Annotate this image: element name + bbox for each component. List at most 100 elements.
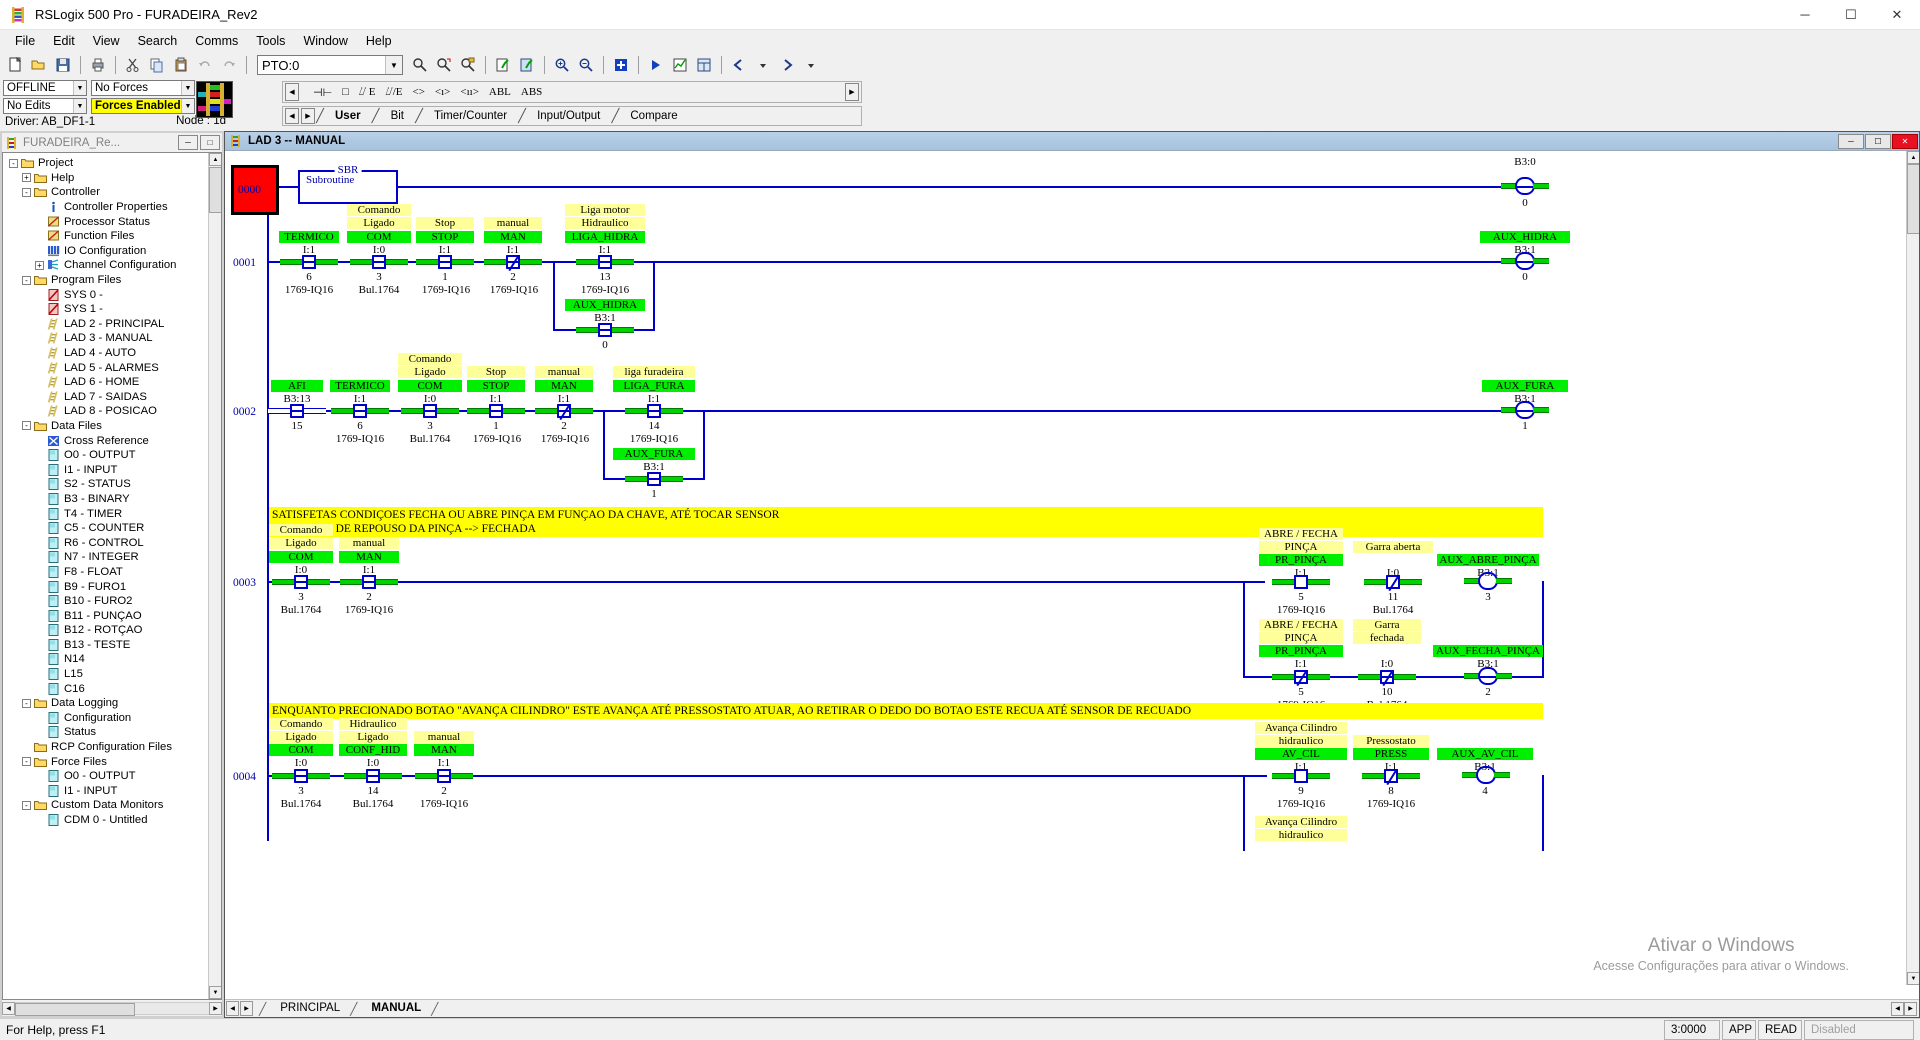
tree-item-n7-integer[interactable]: N7 - INTEGER xyxy=(5,550,221,565)
tree-item-lad-7-saidas[interactable]: LAD 7 - SAIDAS xyxy=(5,390,221,405)
tree-item-status[interactable]: Status xyxy=(5,725,221,740)
tree-item-data-files[interactable]: - Data Files xyxy=(5,419,221,434)
tree-item-project[interactable]: - Project xyxy=(5,156,221,171)
abl-instruction[interactable]: ABL xyxy=(489,86,511,98)
r1-com-contact[interactable] xyxy=(350,255,408,269)
rung-number-0001[interactable]: 0001 xyxy=(233,257,256,269)
tree-item-function-files[interactable]: Function Files xyxy=(5,229,221,244)
tab-bit[interactable]: Bit xyxy=(381,110,414,122)
search-icon[interactable] xyxy=(409,54,431,76)
tree-item-c16[interactable]: C16 xyxy=(5,681,221,696)
tabs-prev-button[interactable]: ◀ xyxy=(285,108,299,124)
tree-item-sys-1[interactable]: SYS 1 - xyxy=(5,302,221,317)
r4-conf-hid-contact[interactable] xyxy=(344,769,402,783)
r4-com-contact[interactable] xyxy=(272,769,330,783)
chevron-down-icon[interactable]: ▼ xyxy=(181,81,194,95)
tree-item-cross-reference[interactable]: Cross Reference xyxy=(5,433,221,448)
ladder-canvas[interactable]: 0000 SBR Subroutine B3:0 0 0001 TERMICO … xyxy=(225,151,1919,999)
collapse-icon[interactable]: - xyxy=(22,187,31,197)
verify-file-icon[interactable] xyxy=(492,54,514,76)
ladder-scroll-down-button[interactable]: ▼ xyxy=(1907,972,1919,985)
tree-item-lad-8-posicao[interactable]: LAD 8 - POSICAO xyxy=(5,404,221,419)
r1-man-contact-xio[interactable] xyxy=(484,255,542,269)
sheet-prev-button[interactable]: ◀ xyxy=(226,1001,239,1016)
tree-scroll-thumb[interactable] xyxy=(209,167,221,213)
tree-item-i1-input[interactable]: I1 - INPUT xyxy=(5,784,221,799)
insert-rung-icon[interactable] xyxy=(610,54,632,76)
tree-item-processor-status[interactable]: Processor Status xyxy=(5,214,221,229)
tree-horizontal-scrollbar[interactable]: ◀ ▶ xyxy=(2,1000,222,1016)
menu-item-comms[interactable]: Comms xyxy=(186,31,247,51)
r3-garra-aberta-contact[interactable] xyxy=(1364,575,1422,589)
ladder-vertical-scrollbar[interactable]: ▲ ▼ xyxy=(1906,151,1919,985)
branch-box-icon[interactable]: □ xyxy=(342,86,349,98)
open-file-icon[interactable] xyxy=(28,54,50,76)
menu-item-window[interactable]: Window xyxy=(294,31,356,51)
ladder-scroll-up-button[interactable]: ▲ xyxy=(1907,151,1919,164)
tree-item-program-files[interactable]: - Program Files xyxy=(5,273,221,288)
tree-item-lad-4-auto[interactable]: LAD 4 - AUTO xyxy=(5,346,221,361)
r3-pr-pinca-contact-1[interactable] xyxy=(1272,575,1330,589)
save-icon[interactable] xyxy=(52,54,74,76)
print-icon[interactable] xyxy=(87,54,109,76)
tree-item-sys-0[interactable]: SYS 0 - xyxy=(5,287,221,302)
menu-item-help[interactable]: Help xyxy=(357,31,401,51)
trend-icon[interactable] xyxy=(669,54,691,76)
custom-monitor-icon[interactable] xyxy=(693,54,715,76)
forces-enabled-dropdown[interactable]: Forces Enabled ▼ xyxy=(91,98,195,114)
tab-compare[interactable]: Compare xyxy=(620,110,687,122)
maximize-button[interactable]: ☐ xyxy=(1828,0,1874,30)
close-button[interactable]: ✕ xyxy=(1874,0,1920,30)
chevron-down-icon[interactable]: ▼ xyxy=(73,99,86,113)
tabs-next-button[interactable]: ▶ xyxy=(301,108,315,124)
menu-item-search[interactable]: Search xyxy=(129,31,187,51)
sheet-hscroll-right[interactable]: ▶ xyxy=(1904,1001,1917,1016)
paste-icon[interactable] xyxy=(170,54,192,76)
branch-icon[interactable]: ⊣⊢ xyxy=(313,86,332,99)
zoom-out-icon[interactable] xyxy=(575,54,597,76)
instruction-scroll-left-button[interactable]: ◀ xyxy=(285,83,299,101)
zoom-in-icon[interactable] xyxy=(551,54,573,76)
sheet-tab-principal[interactable]: PRINCIPAL xyxy=(266,1000,350,1017)
rung-number-0003[interactable]: 0003 xyxy=(233,577,256,589)
instruction-scroll-right-button[interactable]: ▶ xyxy=(845,83,859,101)
tree-item-cdm-0-untitled[interactable]: CDM 0 - Untitled xyxy=(5,813,221,828)
tab-timer-counter[interactable]: Timer/Counter xyxy=(424,110,517,122)
tree-item-b3-binary[interactable]: B3 - BINARY xyxy=(5,492,221,507)
r3-com-contact[interactable] xyxy=(272,575,330,589)
r1-output-coil[interactable] xyxy=(1501,252,1549,270)
tree-item-rcp-configuration-files[interactable]: RCP Configuration Files xyxy=(5,740,221,755)
abs-instruction[interactable]: ABS xyxy=(521,86,542,98)
tree-item-b12-rot-ao[interactable]: B12 - ROTÇAO xyxy=(5,623,221,638)
tree-item-custom-data-monitors[interactable]: - Custom Data Monitors xyxy=(5,798,221,813)
chevron-down-icon[interactable]: ▼ xyxy=(385,56,402,74)
r2-com-contact[interactable] xyxy=(401,404,459,418)
chevron-down-icon[interactable]: ▼ xyxy=(181,99,194,113)
tab-user[interactable]: User xyxy=(325,110,371,122)
tree-item-c5-counter[interactable]: C5 - COUNTER xyxy=(5,521,221,536)
menu-item-edit[interactable]: Edit xyxy=(44,31,84,51)
minimize-button[interactable]: ─ xyxy=(1782,0,1828,30)
xic-icon[interactable]: ⌰ E xyxy=(359,86,376,99)
forward-dropdown-icon[interactable] xyxy=(800,54,822,76)
sheet-hscroll-left[interactable]: ◀ xyxy=(1891,1001,1904,1016)
r2-termico-contact[interactable] xyxy=(331,404,389,418)
tree-item-i1-input[interactable]: I1 - INPUT xyxy=(5,462,221,477)
r4-press-contact[interactable] xyxy=(1362,769,1420,783)
edits-dropdown[interactable]: No Edits ▼ xyxy=(3,98,87,114)
r2-aux-fura-contact[interactable] xyxy=(625,472,683,486)
tree-item-configuration[interactable]: Configuration xyxy=(5,711,221,726)
tree-scroll-up-button[interactable]: ▲ xyxy=(209,153,221,166)
tree-item-b10-furo2[interactable]: B10 - FURO2 xyxy=(5,594,221,609)
ladder-close-button[interactable]: ✕ xyxy=(1892,133,1918,149)
run-icon[interactable] xyxy=(645,54,667,76)
r4-av-cil-contact[interactable] xyxy=(1272,769,1330,783)
tree-item-s2-status[interactable]: S2 - STATUS xyxy=(5,477,221,492)
tree-item-channel-configuration[interactable]: + Channel Configuration xyxy=(5,258,221,273)
tree-hscroll-left-button[interactable]: ◀ xyxy=(2,1001,15,1015)
xio-icon[interactable]: ⌰/E xyxy=(386,86,403,99)
tree-item-o0-output[interactable]: O0 - OUTPUT xyxy=(5,448,221,463)
r2-man-contact-xio[interactable] xyxy=(535,404,593,418)
tree-item-data-logging[interactable]: - Data Logging xyxy=(5,696,221,711)
tree-item-force-files[interactable]: - Force Files xyxy=(5,754,221,769)
